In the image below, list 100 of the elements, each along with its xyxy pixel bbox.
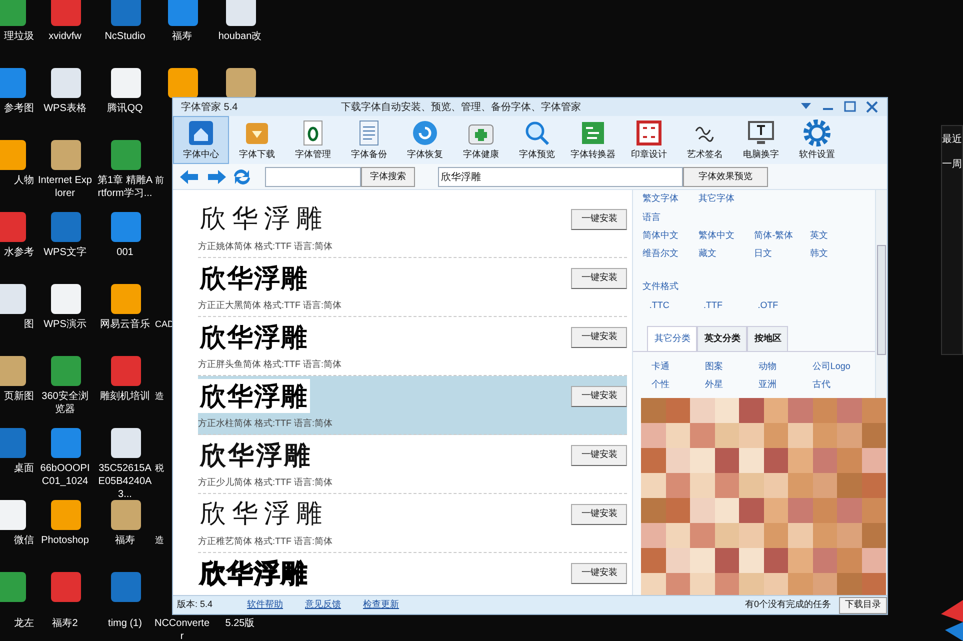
download-folder-button[interactable]: 下载目录 [839,596,887,614]
install-button[interactable]: 一键安装 [571,386,628,406]
toolbar-button[interactable]: 字体恢复 [397,116,453,164]
preview-text-field[interactable]: 欣华浮雕 [438,166,683,186]
desktop-icon-label[interactable]: 5.25版 [212,617,268,630]
filter-link[interactable]: 英文 [810,229,866,242]
filter-link[interactable]: 图案 [705,360,759,374]
filter-link[interactable]: 维吾尔文 [642,246,698,260]
desktop-icon-label[interactable]: 福寿2 [37,617,93,630]
desktop-app-icon[interactable] [0,140,26,170]
status-link[interactable]: 软件帮助 [247,598,305,612]
desktop-icon-label[interactable]: 微信 [0,534,34,547]
desktop-icon-label[interactable]: WPS表格 [37,102,93,115]
desktop-icon-label[interactable]: 66bOOOPIC01_1024 [37,462,93,488]
desktop-icon-label[interactable]: 图 [0,318,34,331]
install-button[interactable]: 一键安装 [571,444,628,466]
desktop-icon-label[interactable]: 雕刻机培训 [97,390,153,403]
desktop-icon-label[interactable]: WPS文字 [37,246,93,259]
desktop-icon-label[interactable]: 页新图 [0,390,34,403]
desktop-icon-label[interactable]: NCConverter [154,617,210,641]
desktop-icon-label[interactable]: 龙左 [0,617,34,630]
install-button[interactable]: 一键安装 [571,562,628,584]
desktop-app-icon[interactable] [0,500,26,530]
filter-link[interactable]: 公司Logo [812,360,866,374]
desktop-app-icon[interactable] [0,68,26,98]
filter-link[interactable]: 古代 [812,378,866,391]
desktop-app-icon[interactable] [111,68,141,98]
desktop-app-icon[interactable] [111,428,141,458]
category-tab[interactable]: 英文分类 [697,326,748,351]
desktop-app-icon[interactable] [51,356,81,386]
filter-link[interactable]: .TTC [649,298,704,312]
desktop-app-icon[interactable] [51,500,81,530]
desktop-icon-label[interactable]: Photoshop [37,534,93,547]
toolbar-button[interactable]: 字体预览 [509,116,565,164]
desktop-app-icon[interactable] [0,572,26,602]
status-link[interactable]: 意见反馈 [305,598,363,612]
desktop-app-icon[interactable] [51,284,81,314]
status-link[interactable]: 检查更新 [363,598,421,612]
desktop-icon-label[interactable]: NcStudio [97,30,153,43]
desktop-app-icon[interactable] [0,0,26,26]
preview-button[interactable]: 字体效果预览 [683,166,768,186]
desktop-icon-label[interactable]: houban改 [212,30,268,43]
desktop-app-icon[interactable] [111,0,141,26]
close-icon[interactable] [865,100,879,114]
desktop-icon-label[interactable]: timg (1) [97,617,153,630]
category-tab[interactable]: 按地区 [747,326,788,351]
desktop-icon-label[interactable]: Internet Explorer [37,174,93,200]
desktop-icon-label[interactable]: 001 [97,246,153,259]
filter-link[interactable]: 繁体中文 [698,229,754,242]
filter-link[interactable]: 繁文字体 [642,192,698,206]
filter-link[interactable]: 日文 [754,246,810,260]
install-button[interactable]: 一键安装 [571,326,628,348]
desktop-icon-label[interactable]: 理垃圾 [0,30,34,43]
desktop-icon-label[interactable]: 第1章 精雕Artform学习... [97,174,153,200]
desktop-app-icon[interactable] [51,140,81,170]
desktop-icon-label[interactable]: 前 [155,174,164,187]
desktop-app-icon[interactable] [111,500,141,530]
desktop-icon-label[interactable]: 参考图 [0,102,34,115]
maximize-icon[interactable] [843,100,857,114]
desktop-app-icon[interactable] [0,428,26,458]
desktop-app-icon[interactable] [226,68,256,98]
search-button[interactable]: 字体搜索 [361,166,415,186]
desktop-app-icon[interactable] [111,140,141,170]
filter-link[interactable]: 简体中文 [642,229,698,242]
desktop-app-icon[interactable] [51,572,81,602]
toolbar-button[interactable]: 艺术签名 [677,116,733,164]
toolbar-button[interactable]: 字体下载 [229,116,285,164]
desktop-app-icon[interactable] [111,356,141,386]
desktop-icon-label[interactable]: 税 [155,462,164,475]
desktop-icon-label[interactable]: 桌面 [0,462,34,475]
toolbar-button[interactable]: 字体备份 [341,116,397,164]
category-tab[interactable]: 其它分类 [647,326,698,351]
desktop-app-icon[interactable] [0,356,26,386]
desktop-app-icon[interactable] [226,0,256,26]
desktop-icon-label[interactable]: 腾讯QQ [97,102,153,115]
toolbar-button[interactable]: 字体转换器 [565,116,621,164]
desktop-icon-label[interactable]: 35C52615AE05B4240A3... [97,462,153,501]
install-button[interactable]: 一键安装 [571,208,628,230]
filter-link[interactable]: 韩文 [810,246,866,260]
desktop-app-icon[interactable] [168,0,198,26]
toolbar-button[interactable]: 软件设置 [789,116,845,164]
filter-link[interactable]: .TTF [704,298,758,312]
font-list-item[interactable]: 欣华浮雕 一键安装 方正水柱简体 格式:TTF 语言:简体 [198,376,628,435]
desktop-app-icon[interactable] [51,0,81,26]
filter-link[interactable]: 外星 [705,378,759,391]
toolbar-button[interactable]: 印章设计 [621,116,677,164]
toolbar-button[interactable]: 字体管理 [285,116,341,164]
filter-link[interactable]: 其它字体 [698,192,754,206]
desktop-app-icon[interactable] [111,572,141,602]
desktop-icon-label[interactable]: 造 [155,390,164,403]
filter-link[interactable]: 亚洲 [758,378,812,391]
toolbar-button[interactable]: 字体中心 [173,116,229,164]
install-button[interactable]: 一键安装 [571,504,628,524]
install-button[interactable]: 一键安装 [571,268,628,288]
desktop-icon-label[interactable]: 造 [155,534,164,547]
desktop-app-icon[interactable] [111,212,141,242]
desktop-icon-label[interactable]: 网易云音乐 [97,318,153,331]
desktop-app-icon[interactable] [0,284,26,314]
desktop-icon-label[interactable]: 福寿 [97,534,153,547]
filter-link[interactable]: 藏文 [698,246,754,260]
